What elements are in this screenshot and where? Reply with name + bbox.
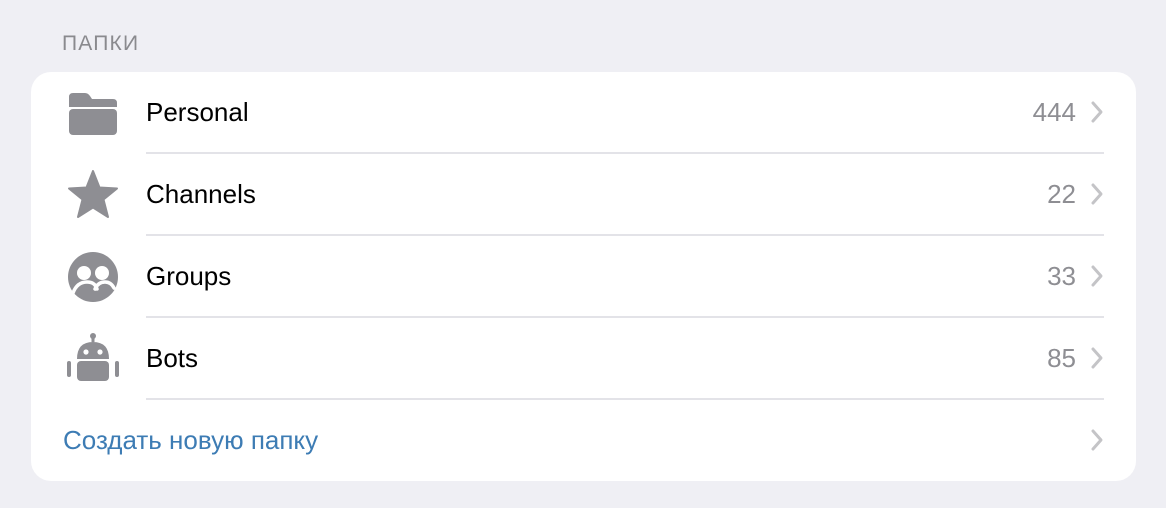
chevron-right-icon bbox=[1090, 428, 1104, 452]
create-folder-button[interactable]: Создать новую папку bbox=[31, 400, 1136, 481]
bot-icon bbox=[65, 333, 121, 385]
folder-label: Channels bbox=[146, 179, 256, 209]
folder-count: 33 bbox=[1047, 261, 1076, 291]
folder-row-channels[interactable]: Channels 22 bbox=[31, 154, 1136, 236]
chevron-right-icon bbox=[1090, 100, 1104, 124]
section-header-folders: ПАПКИ bbox=[62, 32, 140, 55]
folder-icon bbox=[65, 87, 121, 139]
folder-count: 85 bbox=[1047, 343, 1076, 373]
star-icon bbox=[65, 169, 121, 221]
folder-label: Personal bbox=[146, 97, 249, 127]
folder-row-groups[interactable]: Groups 33 bbox=[31, 236, 1136, 318]
folder-label: Groups bbox=[146, 261, 232, 291]
chevron-right-icon bbox=[1090, 182, 1104, 206]
chevron-right-icon bbox=[1090, 264, 1104, 288]
group-icon bbox=[65, 251, 121, 303]
create-folder-label: Создать новую папку bbox=[63, 425, 319, 455]
chevron-right-icon bbox=[1090, 346, 1104, 370]
folder-row-bots[interactable]: Bots 85 bbox=[31, 318, 1136, 400]
folder-row-personal[interactable]: Personal 444 bbox=[31, 72, 1136, 154]
folder-count: 444 bbox=[1032, 97, 1076, 127]
folder-count: 22 bbox=[1047, 179, 1076, 209]
folder-label: Bots bbox=[146, 343, 199, 373]
folders-card: Personal 444 Channels 22 Groups 33 Bots … bbox=[31, 72, 1136, 481]
